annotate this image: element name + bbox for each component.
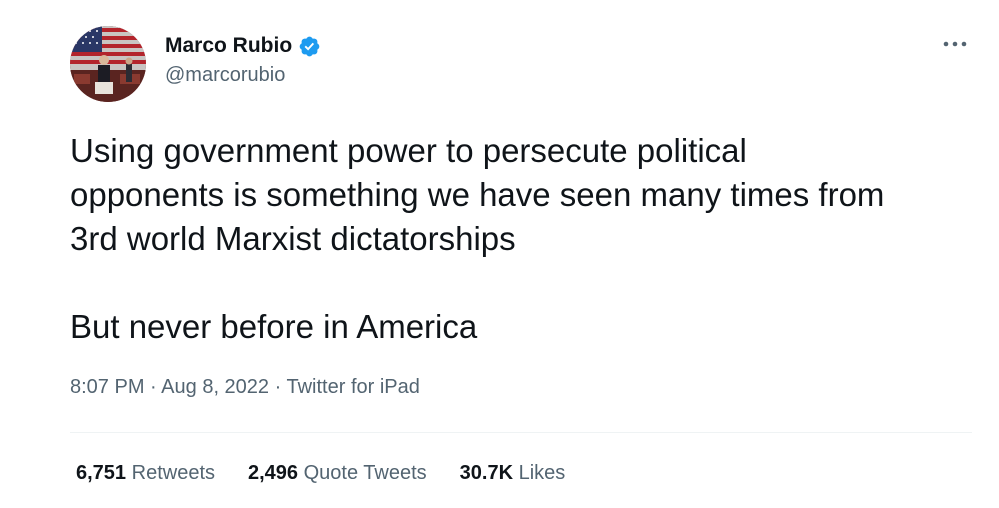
name-row: Marco Rubio [165,33,321,59]
retweets-count: 6,751 [76,462,127,484]
retweets-label: Retweets [131,462,215,484]
avatar-image [70,26,146,102]
tweet-text: Using government power to persecute poli… [70,132,885,345]
quote-tweets-count: 2,496 [248,462,299,484]
retweets-stat[interactable]: 6,751 Retweets [76,462,215,485]
handle[interactable]: @marcorubio [165,64,321,87]
author-block: Marco Rubio @marcorubio [165,33,321,87]
meta-separator: · [274,376,282,398]
likes-count: 30.7K [459,462,514,484]
divider [70,432,972,433]
quote-tweets-label: Quote Tweets [303,462,427,484]
verified-badge-icon[interactable] [298,35,321,58]
tweet-source[interactable]: Twitter for iPad [286,376,419,398]
more-options-icon[interactable] [940,34,970,54]
tweet-timestamp[interactable]: 8:07 PM · Aug 8, 2022 [70,376,269,398]
tweet-card: Marco Rubio @marcorubio Using government… [0,0,999,508]
tweet-date: Aug 8, 2022 [161,376,270,398]
meta-separator: · [150,376,157,398]
engagement-stats: 6,751 Retweets 2,496 Quote Tweets 30.7K … [76,462,598,485]
avatar[interactable] [70,26,146,102]
quote-tweets-stat[interactable]: 2,496 Quote Tweets [248,462,427,485]
likes-stat[interactable]: 30.7K Likes [460,462,566,485]
likes-label: Likes [518,462,566,484]
tweet-meta: 8:07 PM · Aug 8, 2022 · Twitter for iPad [70,376,420,399]
tweet-time: 8:07 PM [70,376,145,398]
display-name[interactable]: Marco Rubio [165,34,292,58]
